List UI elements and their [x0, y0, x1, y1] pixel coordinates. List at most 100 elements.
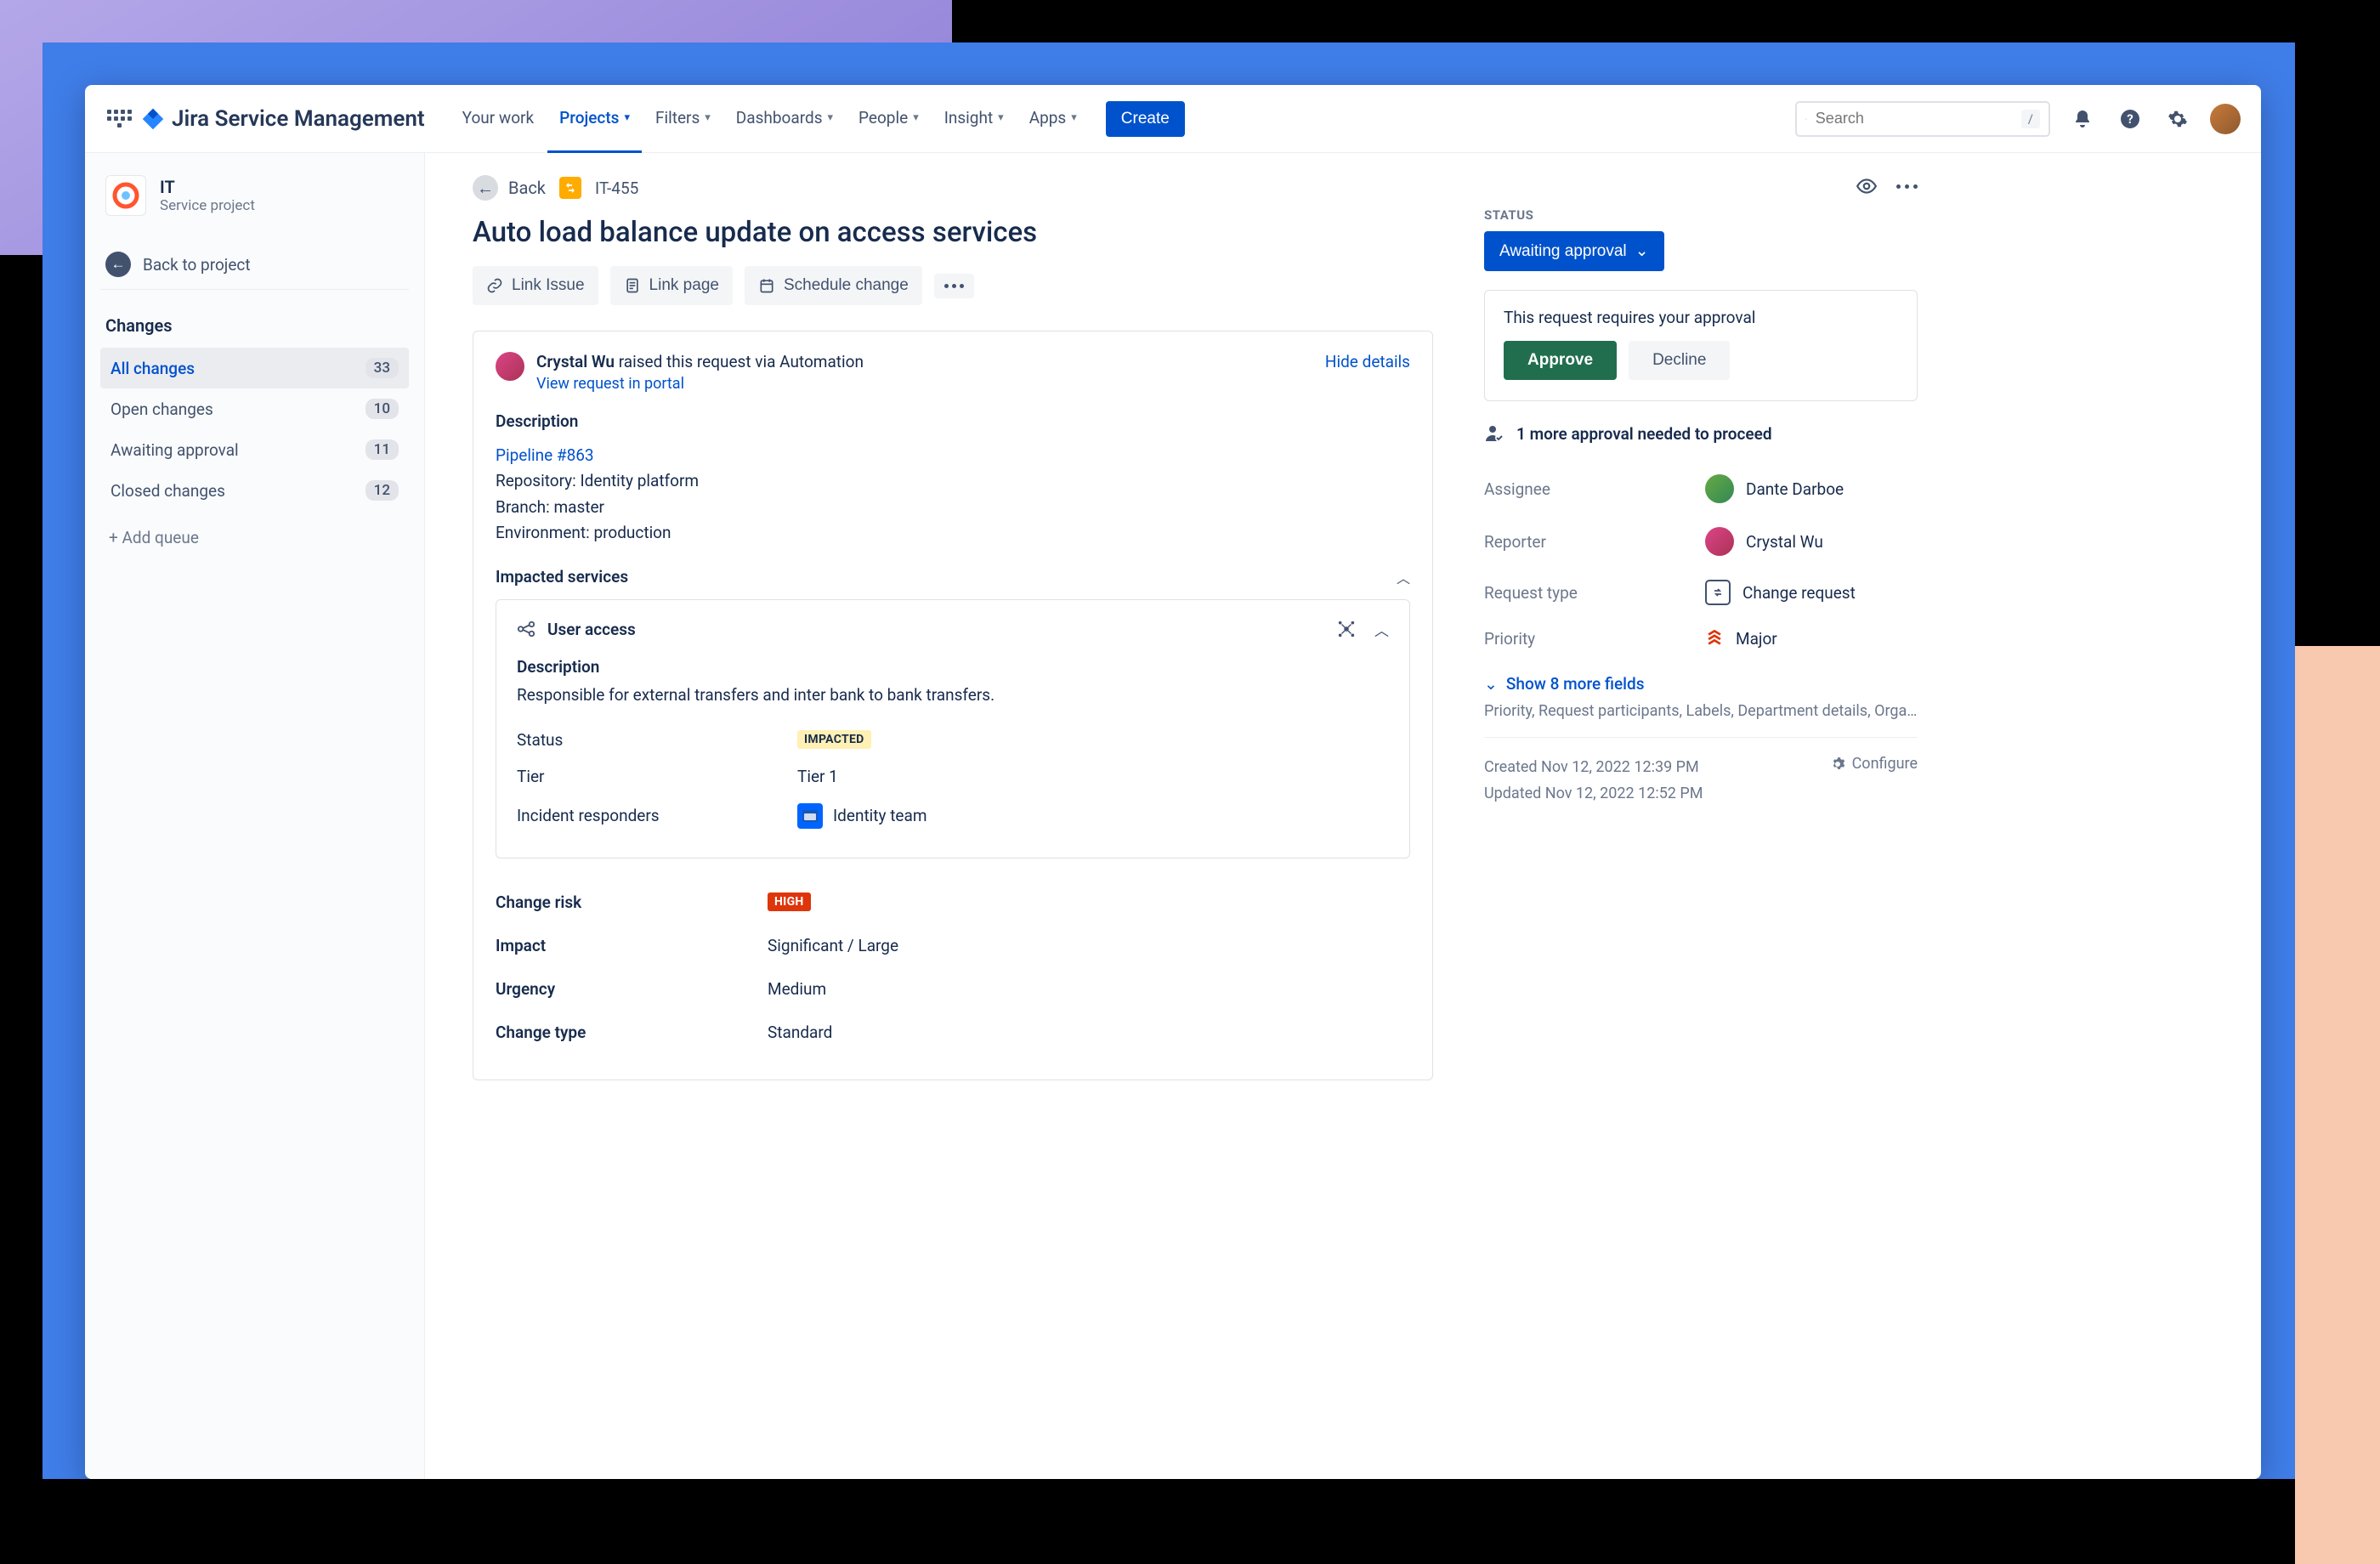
link-page-button[interactable]: Link page — [610, 266, 733, 305]
svg-text:?: ? — [2127, 111, 2133, 127]
link-issue-button[interactable]: Link Issue — [473, 266, 598, 305]
decline-button[interactable]: Decline — [1629, 341, 1730, 380]
topbar-right: / ? — [1795, 101, 2241, 137]
pipeline-link[interactable]: Pipeline #863 — [496, 445, 594, 465]
service-icon — [517, 620, 536, 638]
chevron-down-icon: ⌄ — [1484, 674, 1498, 694]
sidebar: IT Service project ← Back to project Cha… — [85, 153, 425, 1479]
reporter-label: Reporter — [1484, 532, 1705, 552]
topbar: Jira Service Management Your work Projec… — [85, 85, 2261, 153]
impacted-services-toggle[interactable]: Impacted services ︿ — [496, 567, 1410, 587]
more-icon[interactable] — [1896, 175, 1918, 197]
chevron-up-icon[interactable]: ︿ — [1374, 619, 1389, 640]
requester-avatar — [496, 352, 524, 381]
hidden-fields-list: Priority, Request participants, Labels, … — [1484, 702, 1918, 720]
nav-your-work[interactable]: Your work — [450, 85, 546, 153]
sidebar-item-awaiting-approval[interactable]: Awaiting approval 11 — [100, 429, 409, 470]
priority-value[interactable]: Major — [1705, 629, 1777, 649]
chevron-down-icon: ⌄ — [1635, 241, 1649, 261]
issue-sidebar: STATUS Awaiting approval ⌄ This request … — [1484, 175, 1918, 1445]
link-icon — [486, 277, 503, 294]
user-avatar[interactable] — [2210, 104, 2241, 134]
more-actions-button[interactable] — [934, 274, 974, 298]
chevron-down-icon: ▾ — [624, 111, 630, 124]
settings-icon[interactable] — [2162, 104, 2193, 134]
primary-nav: Your work Projects▾ Filters▾ Dashboards▾… — [450, 85, 1089, 153]
chevron-up-icon: ︿ — [1397, 567, 1410, 587]
reporter-avatar — [1705, 527, 1734, 556]
gear-icon — [1830, 756, 1845, 772]
nav-people[interactable]: People▾ — [847, 85, 931, 153]
nav-insight[interactable]: Insight▾ — [932, 85, 1016, 153]
sidebar-section-title: Changes — [100, 310, 409, 348]
search-icon — [1805, 111, 1807, 127]
jira-logo-icon — [141, 107, 165, 131]
nav-projects[interactable]: Projects▾ — [547, 85, 642, 153]
nav-filters[interactable]: Filters▾ — [643, 85, 722, 153]
sidebar-item-closed-changes[interactable]: Closed changes 12 — [100, 470, 409, 511]
request-type-value[interactable]: Change request — [1705, 580, 1856, 605]
service-card: User access ︿ Description Responsible fo… — [496, 599, 1410, 858]
chevron-down-icon: ▾ — [998, 111, 1004, 124]
chevron-down-icon: ▾ — [913, 111, 919, 124]
calendar-icon — [758, 277, 775, 294]
sidebar-item-all-changes[interactable]: All changes 33 — [100, 348, 409, 388]
chevron-down-icon: ▾ — [828, 111, 834, 124]
service-name: User access — [547, 620, 636, 639]
risk-badge: HIGH — [768, 892, 811, 911]
schedule-change-button[interactable]: Schedule change — [745, 266, 922, 305]
arrow-left-icon: ← — [105, 252, 131, 277]
sidebar-item-open-changes[interactable]: Open changes 10 — [100, 388, 409, 429]
help-icon[interactable]: ? — [2115, 104, 2145, 134]
reporter-value[interactable]: Crystal Wu — [1705, 527, 1823, 556]
back-to-project[interactable]: ← Back to project — [100, 240, 409, 290]
team-icon — [797, 803, 823, 829]
chevron-down-icon: ▾ — [705, 111, 711, 124]
service-desc-label: Description — [517, 657, 1389, 677]
count-badge: 33 — [366, 358, 399, 378]
person-check-icon — [1484, 423, 1504, 444]
view-in-portal-link[interactable]: View request in portal — [536, 375, 864, 393]
project-title: IT — [160, 177, 255, 197]
priority-major-icon — [1705, 630, 1724, 649]
issue-content: ← Back IT-455 Auto load balance update o… — [473, 175, 1433, 1445]
count-badge: 11 — [366, 439, 399, 460]
nav-apps[interactable]: Apps▾ — [1017, 85, 1089, 153]
nav-dashboards[interactable]: Dashboards▾ — [724, 85, 845, 153]
notifications-icon[interactable] — [2067, 104, 2098, 134]
add-queue-button[interactable]: + Add queue — [100, 511, 409, 564]
app-switcher-icon[interactable] — [105, 105, 133, 133]
change-issue-type-icon — [559, 177, 581, 199]
divider — [1484, 737, 1918, 738]
watch-icon[interactable] — [1856, 175, 1878, 197]
issue-title: Auto load balance update on access servi… — [473, 216, 1433, 249]
description-label: Description — [496, 411, 1410, 431]
assignee-value[interactable]: Dante Darboe — [1705, 474, 1844, 503]
approval-count: 1 more approval needed to proceed — [1484, 423, 1918, 444]
project-header[interactable]: IT Service project — [100, 175, 409, 216]
hide-details-link[interactable]: Hide details — [1325, 352, 1410, 371]
assignee-avatar — [1705, 474, 1734, 503]
product-name: Jira Service Management — [172, 106, 425, 132]
global-search[interactable]: / — [1795, 101, 2050, 137]
back-button[interactable]: ← Back — [473, 175, 546, 201]
service-desc: Responsible for external transfers and i… — [517, 685, 1389, 705]
graph-icon[interactable] — [1337, 620, 1356, 638]
show-more-fields[interactable]: ⌄ Show 8 more fields — [1484, 674, 1918, 694]
arrow-left-icon: ← — [473, 175, 498, 201]
status-dropdown[interactable]: Awaiting approval ⌄ — [1484, 231, 1664, 271]
count-badge: 10 — [366, 399, 399, 419]
page-icon — [624, 277, 641, 294]
configure-link[interactable]: Configure — [1830, 755, 1918, 773]
request-card: Crystal Wu raised this request via Autom… — [473, 331, 1433, 1080]
assignee-label: Assignee — [1484, 479, 1705, 499]
issue-key[interactable]: IT-455 — [595, 178, 638, 198]
requester-line: Crystal Wu raised this request via Autom… — [536, 352, 864, 371]
search-input[interactable] — [1816, 110, 2013, 128]
request-type-label: Request type — [1484, 583, 1705, 603]
product-logo[interactable]: Jira Service Management — [141, 106, 425, 132]
approval-panel: This request requires your approval Appr… — [1484, 290, 1918, 401]
app-window: Jira Service Management Your work Projec… — [85, 85, 2261, 1479]
approve-button[interactable]: Approve — [1504, 341, 1617, 380]
create-button[interactable]: Create — [1106, 101, 1185, 137]
